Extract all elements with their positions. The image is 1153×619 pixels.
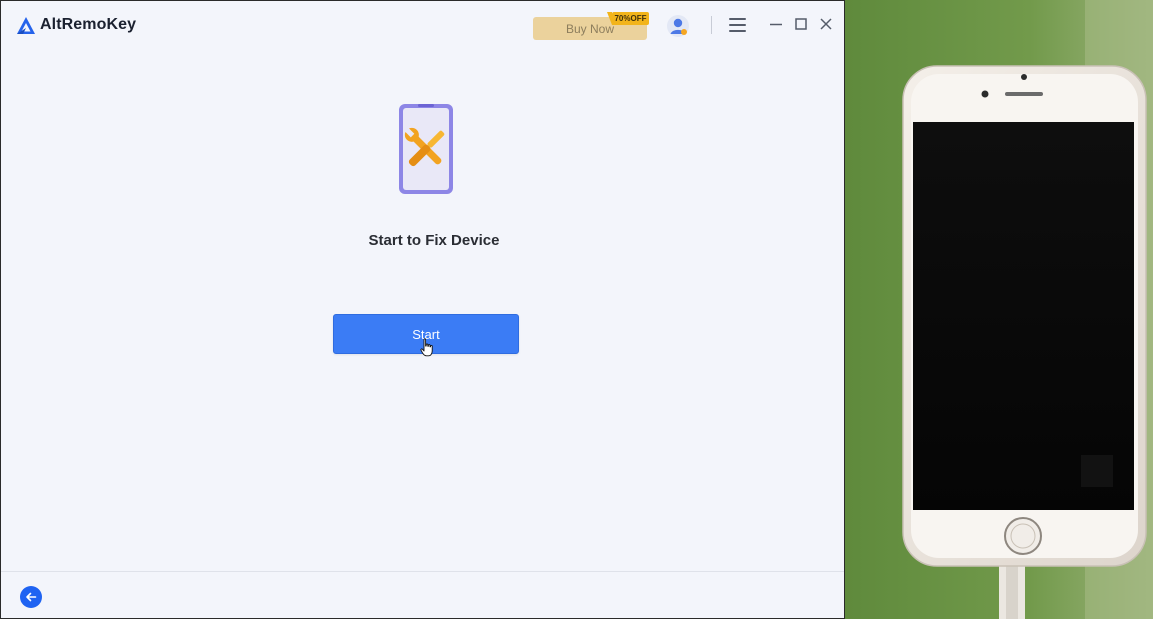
title-bar: AltRemoKey Buy Now 70%OFF bbox=[1, 1, 844, 50]
device-photo bbox=[845, 0, 1153, 619]
start-button-label: Start bbox=[412, 326, 440, 342]
user-avatar-icon[interactable] bbox=[666, 14, 690, 38]
hamburger-menu-icon[interactable] bbox=[729, 18, 746, 32]
app-window: AltRemoKey Buy Now 70%OFF Start to Fix D… bbox=[0, 0, 845, 619]
close-icon[interactable] bbox=[819, 17, 833, 31]
altremokey-logo-icon bbox=[17, 17, 35, 34]
page-heading: Start to Fix Device bbox=[368, 232, 500, 249]
arrow-left-icon bbox=[26, 592, 37, 602]
app-title: AltRemoKey bbox=[40, 16, 137, 33]
main-content: Start to Fix Device Start bbox=[1, 50, 844, 571]
header-divider bbox=[711, 16, 712, 34]
back-button[interactable] bbox=[20, 586, 42, 608]
footer-bar bbox=[1, 571, 844, 618]
discount-badge: 70%OFF bbox=[607, 12, 649, 25]
phone-repair-tools-icon bbox=[399, 104, 453, 194]
start-button[interactable]: Start bbox=[333, 314, 519, 354]
iphone-photo-illustration bbox=[845, 0, 1153, 619]
minimize-icon[interactable] bbox=[769, 17, 783, 31]
maximize-icon[interactable] bbox=[794, 17, 808, 31]
